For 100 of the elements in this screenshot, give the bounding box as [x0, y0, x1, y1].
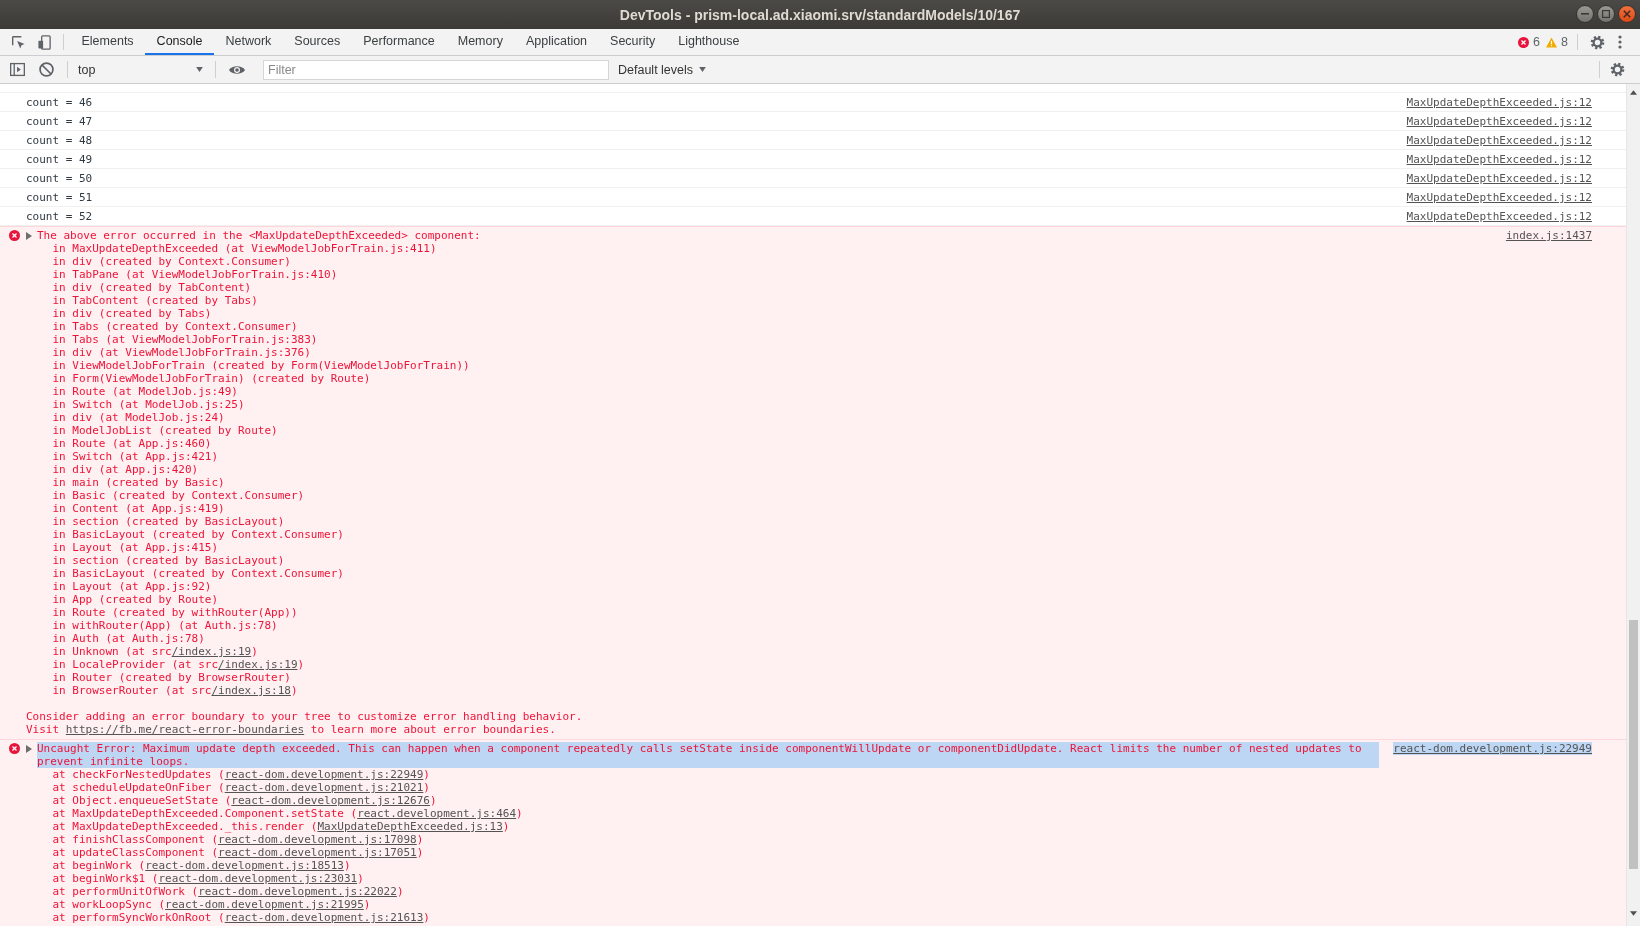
source-link[interactable]: react-dom.development.js:12676 — [231, 794, 430, 807]
stack-line: in div (created by TabContent) — [51, 281, 253, 294]
source-link[interactable]: MaxUpdateDepthExceeded.js:12 — [1406, 210, 1592, 223]
source-link[interactable]: react.development.js:464 — [357, 807, 517, 820]
source-link[interactable]: MaxUpdateDepthExceeded.js:12 — [1406, 134, 1592, 147]
source-link[interactable]: react-dom.development.js:22949 — [224, 768, 424, 781]
panel-tab[interactable]: Application — [514, 29, 599, 55]
stack-line: in Unknown (at src/index.js:19) — [51, 645, 259, 658]
panel-tab[interactable]: Elements — [70, 29, 146, 55]
source-link[interactable]: react-dom.development.js:17051 — [218, 846, 417, 859]
log-message: count = 52 — [26, 210, 94, 223]
url-link[interactable]: https://fb.me/react-error-boundaries — [65, 723, 305, 736]
stack-line: in Layout (at App.js:92) — [51, 580, 213, 593]
stack-line: in TabContent (created by Tabs) — [51, 294, 259, 307]
panel-tab[interactable]: Memory — [446, 29, 515, 55]
kebab-menu-icon — [1618, 35, 1622, 49]
source-link[interactable]: react-dom.development.js:21995 — [165, 898, 364, 911]
stack-line: at updateClassComponent (react-dom.development.js:17051) — [51, 846, 425, 859]
panel-tab[interactable]: Security — [598, 29, 667, 55]
stack-line: in Form(ViewModelJobForTrain) (created by Route) — [51, 372, 372, 385]
stack-line: in ViewModelJobForTrain (created by Form(ViewModelJobForTrain)) — [51, 359, 471, 372]
stack-line: in Tabs (created by Context.Consumer) — [51, 320, 299, 333]
log-message: count = 51 — [26, 191, 94, 204]
source-link[interactable]: react-dom.development.js:23031 — [158, 872, 358, 885]
stack-line: in TabPane (at ViewModelJobForTrain.js:410) — [51, 268, 339, 281]
stack-line: in withRouter(App) (at Auth.js:78) — [51, 619, 279, 632]
stack-line: in App (created by Route) — [51, 593, 220, 606]
context-select[interactable]: top — [74, 56, 209, 83]
scroll-up-icon[interactable] — [1630, 90, 1637, 95]
source-link[interactable]: react-dom.development.js:21021 — [224, 781, 424, 794]
settings-icon — [1589, 34, 1605, 50]
filter-field[interactable]: Filter — [263, 59, 609, 80]
settings-icon — [1610, 62, 1625, 77]
log-message: count = 46 — [26, 96, 94, 109]
source-link[interactable]: MaxUpdateDepthExceeded.js:12 — [1406, 191, 1592, 204]
source-link[interactable]: MaxUpdateDepthExceeded.js:12 — [1406, 96, 1592, 109]
source-link[interactable]: MaxUpdateDepthExceeded.js:13 — [317, 820, 503, 833]
source-link[interactable]: react-dom.development.js:21613 — [224, 911, 424, 924]
source-link[interactable]: react-dom.development.js:22949 — [1393, 742, 1592, 755]
close-button[interactable] — [1618, 5, 1636, 23]
source-link[interactable]: /index.js:18 — [211, 684, 291, 697]
stack-line: in Content (at App.js:419) — [51, 502, 226, 515]
source-link[interactable]: index.js:1437 — [1505, 229, 1592, 242]
note-text: Visit https://fb.me/react-error-boundaries to learn more about error boundaries. — [26, 723, 557, 736]
stack-line: in Switch (at App.js:421) — [51, 450, 220, 463]
caret-icon — [699, 67, 707, 72]
stack-line: in div (at ModelJob.js:24) — [51, 411, 226, 424]
stack-line: in MaxUpdateDepthExceeded (at ViewModelJobForTrain.js:411) — [51, 242, 438, 255]
error-counter[interactable]: 6 — [1515, 29, 1544, 55]
stack-line: in div (created by Tabs) — [51, 307, 213, 320]
log-message: count = 47 — [26, 115, 94, 128]
maximize-icon — [1602, 10, 1610, 18]
maximize-button[interactable] — [1597, 5, 1615, 23]
stack-line: at workLoopSync (react-dom.development.js:21995) — [51, 898, 372, 911]
stack-line: at beginWork$1 (react-dom.development.js:23031) — [51, 872, 365, 885]
minimize-button[interactable] — [1576, 5, 1594, 23]
caret-icon — [196, 67, 203, 72]
minimize-icon — [1581, 13, 1589, 15]
source-link[interactable]: react-dom.development.js:22022 — [198, 885, 397, 898]
note-text: Consider adding an error boundary to your tree to customize error handling behavior. — [26, 710, 584, 723]
panel-tab[interactable]: Sources — [282, 29, 352, 55]
eye-icon — [228, 64, 245, 75]
scrollbar-thumb[interactable] — [1629, 620, 1638, 869]
disclosure-triangle-icon[interactable] — [26, 744, 32, 753]
stack-line: at checkForNestedUpdates (react-dom.development.js:22949) — [51, 768, 431, 781]
warning-icon — [1546, 36, 1558, 48]
error-message: The above error occurred in the <MaxUpdateDepthExceeded> component: — [37, 229, 481, 242]
disclosure-triangle-icon[interactable] — [26, 231, 32, 240]
window-title: DevTools - prism-local.ad.xiaomi.srv/standardModels/10/167 — [619, 6, 1021, 23]
stack-line: at Object.enqueueSetState (react-dom.development.js:12676) — [51, 794, 438, 807]
error-icon — [9, 743, 20, 754]
scroll-down-icon[interactable] — [1630, 911, 1637, 916]
stack-line: in BasicLayout (created by Context.Consumer) — [51, 567, 345, 580]
panel-tab[interactable]: Network — [214, 29, 283, 55]
panel-tab[interactable]: Lighthouse — [666, 29, 751, 55]
stack-line: at finishClassComponent (react-dom.development.js:17098) — [51, 833, 425, 846]
panel-tab[interactable]: Performance — [351, 29, 447, 55]
source-link[interactable]: MaxUpdateDepthExceeded.js:12 — [1406, 115, 1592, 128]
stack-line: in Auth (at Auth.js:78) — [51, 632, 206, 645]
stack-line: in Layout (at App.js:415) — [51, 541, 220, 554]
stack-line: in div (at ViewModelJobForTrain.js:376) — [51, 346, 312, 359]
error-message: Uncaught Error: Maximum update depth exceeded. This can happen when a component repeatedly calls setState inside componentWillUpdate or componentDidUpdate. React limits the number of nested updates to prevent infinite loops. — [37, 742, 1380, 768]
stack-line: at MaxUpdateDepthExceeded._this.render (MaxUpdateDepthExceeded.js:13) — [51, 820, 511, 833]
stack-line: in Tabs (at ViewModelJobForTrain.js:383) — [51, 333, 319, 346]
stack-line: in Route (at ModelJob.js:49) — [51, 385, 239, 398]
stack-line: in Router (created by BrowserRouter) — [51, 671, 292, 684]
source-link[interactable]: /index.js:19 — [171, 645, 252, 658]
warning-counter[interactable]: 8 — [1543, 29, 1571, 55]
stack-line: in BasicLayout (created by Context.Consumer) — [51, 528, 345, 541]
source-link[interactable]: react-dom.development.js:17098 — [218, 833, 417, 846]
stack-line: in main (created by Basic) — [51, 476, 226, 489]
source-link[interactable]: MaxUpdateDepthExceeded.js:12 — [1406, 153, 1592, 166]
source-link[interactable]: /index.js:19 — [218, 658, 298, 671]
source-link[interactable]: MaxUpdateDepthExceeded.js:12 — [1406, 172, 1592, 185]
source-link[interactable]: react-dom.development.js:18513 — [145, 859, 344, 872]
log-levels-dropdown[interactable]: Default levels — [612, 56, 713, 83]
stack-line: in Basic (created by Context.Consumer) — [51, 489, 306, 502]
stack-line: at beginWork (react-dom.development.js:18513) — [51, 859, 352, 872]
inspect-icon — [10, 34, 26, 50]
error-icon — [9, 230, 20, 241]
